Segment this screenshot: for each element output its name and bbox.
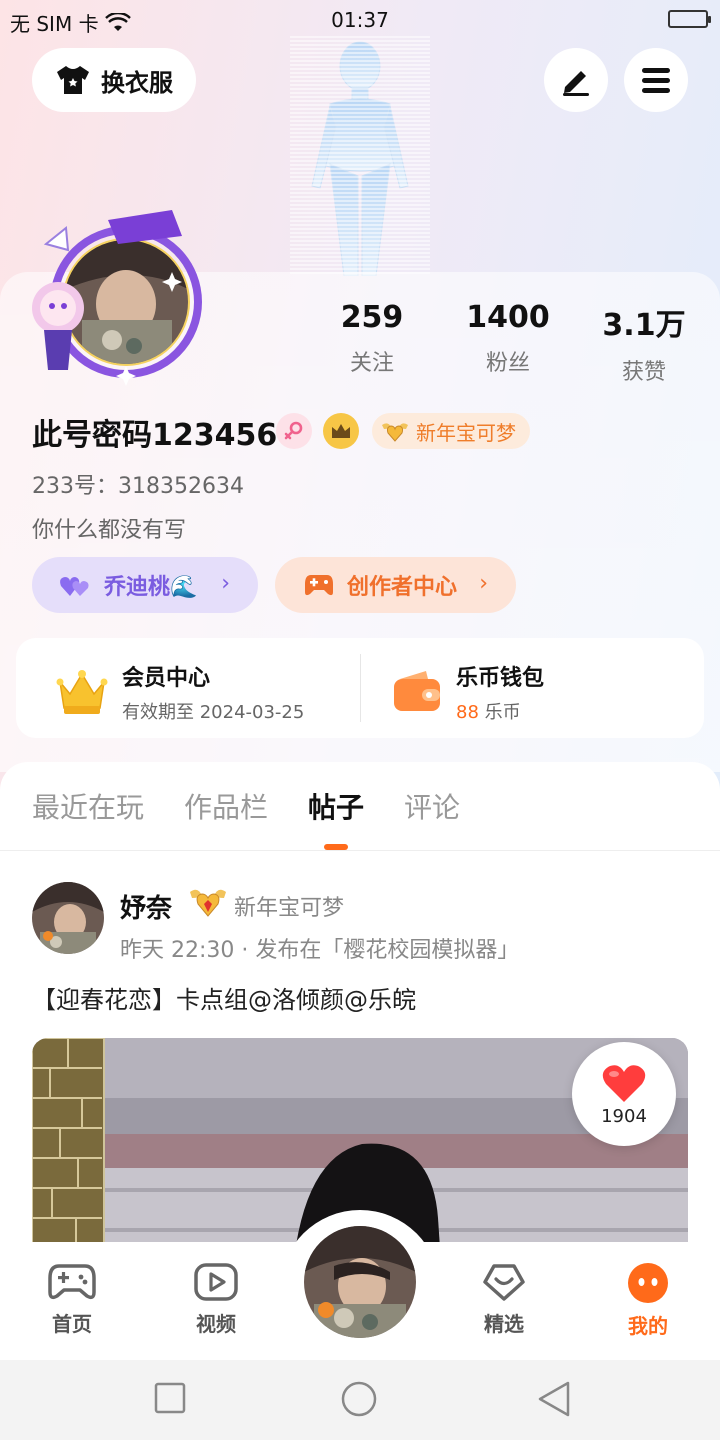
- nav-featured-label: 精选: [484, 1312, 524, 1336]
- back-icon[interactable]: [536, 1380, 572, 1418]
- gold-crown-icon: [56, 670, 108, 714]
- change-outfit-button[interactable]: 换衣服: [32, 48, 196, 112]
- change-outfit-label: 换衣服: [101, 68, 173, 97]
- title-badge-label: 新年宝可梦: [416, 420, 516, 445]
- bottom-navigation: 首页 视频 精选 我的: [0, 1210, 720, 1360]
- partner-name: 乔迪桃🌊: [104, 575, 198, 600]
- post-text[interactable]: 【迎春花恋】卡点组@洛倾颜@乐皖: [32, 980, 416, 1015]
- partner-pill[interactable]: 乔迪桃🌊 ›: [32, 557, 258, 613]
- face-icon: [628, 1263, 668, 1303]
- username: 此号密码123456: [32, 418, 278, 453]
- menu-button[interactable]: [624, 48, 688, 112]
- vip-crown-badge[interactable]: [323, 413, 359, 449]
- recents-icon[interactable]: [154, 1382, 186, 1414]
- battery-icon: [668, 10, 711, 28]
- gamepad-plus-icon: [305, 575, 333, 596]
- member-center[interactable]: 会员中心 有效期至 2024-03-25: [56, 660, 304, 724]
- nav-me[interactable]: 我的: [598, 1262, 698, 1339]
- divider: [0, 850, 720, 851]
- female-icon: [284, 421, 303, 440]
- stat-label: 粉丝: [485, 351, 530, 376]
- member-expiry: 有效期至 2024-03-25: [122, 702, 305, 723]
- tab-recently-played[interactable]: 最近在玩: [32, 786, 144, 826]
- title-badge[interactable]: 新年宝可梦: [372, 413, 530, 449]
- profile-avatar[interactable]: [22, 200, 202, 390]
- heart-chat-icon: [483, 1264, 525, 1301]
- tab-comments[interactable]: 评论: [404, 786, 460, 826]
- member-center-title: 会员中心: [122, 666, 211, 691]
- stat-likes[interactable]: 3.1万 获赞: [574, 300, 714, 386]
- wallet-title: 乐币钱包: [456, 666, 545, 691]
- divider: [360, 654, 361, 722]
- hamburger-menu-icon: [642, 68, 670, 93]
- user-id: 233号：318352634: [32, 474, 244, 499]
- gamepad-icon: [48, 1264, 96, 1300]
- stat-label: 获赞: [621, 360, 666, 385]
- profile-tabs: 最近在玩 作品栏 帖子 评论: [32, 786, 460, 850]
- nav-featured[interactable]: 精选: [454, 1262, 554, 1337]
- pencil-icon: [563, 71, 589, 96]
- vip-wallet-card: 会员中心 有效期至 2024-03-25 乐币钱包 88 乐币: [16, 638, 704, 738]
- wallet-icon: [394, 671, 440, 711]
- heart-icon: [602, 1064, 646, 1102]
- like-button[interactable]: 1904: [572, 1042, 676, 1146]
- post-meta[interactable]: 昨天 22:30 · 发布在「樱花校园模拟器」: [120, 932, 519, 964]
- heart-wing-icon: [190, 889, 226, 917]
- wallet-unit: 乐币: [484, 702, 521, 723]
- nav-video-label: 视频: [196, 1312, 236, 1336]
- creator-center-pill[interactable]: 创作者中心 ›: [275, 557, 516, 613]
- wallet-balance: 88 乐币: [456, 698, 544, 724]
- tab-posts[interactable]: 帖子: [308, 786, 364, 850]
- post-author-badge: 新年宝可梦: [234, 896, 345, 921]
- post-author-avatar[interactable]: [32, 882, 104, 954]
- gender-badge: [276, 413, 312, 449]
- edit-profile-button[interactable]: [544, 48, 608, 112]
- clock: 01:37: [331, 8, 389, 32]
- content-panel: 最近在玩 作品栏 帖子 评论 妤奈 新年宝可梦 昨天 22:30 · 发布在「樱…: [0, 762, 720, 1278]
- wallet-amount: 88: [456, 702, 479, 723]
- stat-followers[interactable]: 1400 粉丝: [438, 300, 578, 377]
- bio: 你什么都没有写: [32, 518, 187, 543]
- stat-label: 关注: [349, 351, 394, 376]
- post-author-name[interactable]: 妤奈: [120, 888, 172, 925]
- home-icon[interactable]: [340, 1380, 378, 1418]
- heart-wing-icon: [382, 423, 408, 442]
- wallet[interactable]: 乐币钱包 88 乐币: [392, 660, 544, 724]
- nav-me-label: 我的: [628, 1314, 668, 1338]
- stat-value: 3.1万: [602, 308, 686, 343]
- tab-works[interactable]: 作品栏: [184, 786, 268, 826]
- like-count: 1904: [601, 1105, 647, 1127]
- status-bar: 无 SIM 卡 01:37: [0, 0, 720, 40]
- chevron-right-icon: ›: [221, 571, 230, 596]
- nav-video[interactable]: 视频: [166, 1262, 266, 1337]
- tshirt-icon: [57, 66, 89, 94]
- chevron-right-icon: ›: [479, 571, 488, 596]
- system-navigation-bar: [0, 1360, 720, 1440]
- crown-icon: [332, 424, 350, 438]
- stat-value: 259: [340, 300, 404, 335]
- stat-following[interactable]: 259 关注: [302, 300, 442, 377]
- play-icon: [194, 1263, 238, 1301]
- double-heart-icon: [60, 577, 89, 596]
- avatar-hologram-figure[interactable]: [290, 36, 430, 276]
- center-avatar-button[interactable]: [304, 1226, 416, 1338]
- nav-home-label: 首页: [52, 1312, 92, 1336]
- stat-value: 1400: [466, 300, 550, 335]
- creator-center-label: 创作者中心: [347, 575, 458, 600]
- nav-home[interactable]: 首页: [22, 1262, 122, 1337]
